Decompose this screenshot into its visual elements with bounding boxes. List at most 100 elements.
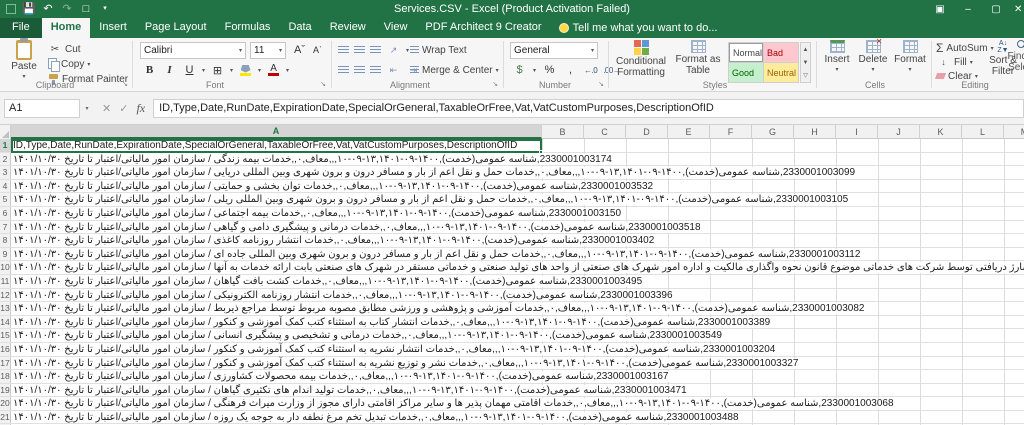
decrease-indent-icon[interactable]: ⇤: [386, 63, 401, 78]
align-top-icon[interactable]: [338, 46, 349, 55]
row-header-3[interactable]: 3: [0, 166, 11, 179]
close-icon[interactable]: ✕: [1010, 0, 1024, 18]
decrease-font-icon[interactable]: Aˋ: [310, 43, 325, 58]
format-cells-button[interactable]: Format ▾: [892, 40, 928, 80]
align-middle-icon[interactable]: [354, 46, 365, 55]
row-header-15[interactable]: 15: [0, 329, 11, 342]
row-header-8[interactable]: 8: [0, 234, 11, 247]
increase-font-icon[interactable]: Aˇ: [292, 43, 307, 58]
name-box-caret-icon[interactable]: ▾: [80, 99, 94, 118]
format-as-table-button[interactable]: Format as Table: [672, 40, 724, 80]
tab-view[interactable]: View: [375, 18, 417, 38]
delete-cells-button[interactable]: Delete ▾: [856, 40, 890, 80]
column-header-H[interactable]: H: [794, 125, 836, 139]
name-box[interactable]: A1: [4, 99, 80, 118]
gallery-up-icon[interactable]: ▲: [801, 43, 810, 56]
font-family-select[interactable]: Calibri ▾: [140, 42, 246, 59]
column-header-F[interactable]: F: [710, 125, 752, 139]
number-dialog-launcher[interactable]: ↘: [596, 80, 605, 89]
fill-color-button[interactable]: [238, 63, 253, 78]
column-header-A[interactable]: A: [11, 125, 542, 139]
cancel-icon[interactable]: ✕: [102, 102, 111, 115]
bold-button[interactable]: B: [142, 63, 157, 78]
cell-A20[interactable]: 2330001003068,شناسه عمومی(خدمت),۱۴۰۰-۰۹-…: [11, 397, 1024, 410]
column-header-M[interactable]: M: [1004, 125, 1024, 139]
column-header-G[interactable]: G: [752, 125, 794, 139]
tell-me-box[interactable]: Tell me what you want to do...: [551, 19, 726, 38]
insert-cells-button[interactable]: Insert ▾: [820, 40, 854, 80]
conditional-formatting-button[interactable]: Conditional Formatting: [612, 40, 670, 80]
style-neutral[interactable]: Neutral: [764, 63, 798, 82]
find-select-button[interactable]: Find & Select: [1002, 40, 1024, 80]
tab-formulas[interactable]: Formulas: [216, 18, 280, 38]
customize-quick-access-icon[interactable]: ▾: [99, 3, 111, 15]
formula-input[interactable]: ID,Type,Date,RunDate,ExpirationDate,Spec…: [153, 99, 1024, 118]
paste-button[interactable]: Paste ▾: [2, 40, 46, 80]
column-header-L[interactable]: L: [962, 125, 1004, 139]
column-header-B[interactable]: B: [542, 125, 584, 139]
tab-pdf-architect-9-creator[interactable]: PDF Architect 9 Creator: [416, 18, 550, 38]
enter-icon[interactable]: ✓: [119, 102, 128, 115]
percent-style-icon[interactable]: %: [542, 63, 557, 78]
font-dialog-launcher[interactable]: ↘: [318, 80, 327, 89]
cut-button[interactable]: ✂ Cut: [48, 41, 81, 57]
font-size-select[interactable]: 11 ▾: [250, 42, 286, 59]
restore-icon[interactable]: ▢: [982, 0, 1010, 18]
column-header-I[interactable]: I: [836, 125, 878, 139]
align-bottom-icon[interactable]: [370, 46, 381, 55]
style-bad[interactable]: Bad: [764, 43, 798, 62]
merge-center-button[interactable]: Merge & Center ▾: [410, 62, 499, 78]
tab-review[interactable]: Review: [321, 18, 375, 38]
row-header-16[interactable]: 16: [0, 343, 11, 356]
gallery-down-icon[interactable]: ▼: [801, 56, 810, 69]
borders-icon[interactable]: ⊞: [210, 63, 225, 78]
tab-insert[interactable]: Insert: [90, 18, 136, 38]
minimize-icon[interactable]: –: [954, 0, 982, 18]
row-header-10[interactable]: 10: [0, 261, 11, 274]
cell-A10[interactable]: 2330001003051,شناسه عمومی(خدمت),۱۴۰۰-۰۹-…: [11, 261, 1024, 274]
insert-function-icon[interactable]: fx: [136, 101, 145, 116]
row-header-5[interactable]: 5: [0, 193, 11, 206]
row-header-2[interactable]: 2: [0, 153, 11, 166]
print-preview-icon[interactable]: □: [80, 3, 92, 15]
font-color-button[interactable]: A: [266, 63, 281, 78]
row-header-11[interactable]: 11: [0, 275, 11, 288]
wrap-text-button[interactable]: Wrap Text: [410, 42, 467, 58]
column-header-E[interactable]: E: [668, 125, 710, 139]
orientation-icon[interactable]: ↗: [386, 43, 401, 58]
tab-page-layout[interactable]: Page Layout: [136, 18, 216, 38]
redo-icon[interactable]: ↷: [61, 3, 73, 15]
style-normal[interactable]: Normal: [729, 43, 763, 62]
column-header-D[interactable]: D: [626, 125, 668, 139]
row-header-14[interactable]: 14: [0, 316, 11, 329]
align-right-icon[interactable]: [370, 66, 381, 75]
row-header-6[interactable]: 6: [0, 207, 11, 220]
accounting-format-icon[interactable]: $: [512, 63, 527, 78]
row-header-1[interactable]: 1: [0, 139, 11, 152]
save-icon[interactable]: 💾: [23, 3, 35, 15]
row-header-19[interactable]: 19: [0, 384, 11, 397]
row-header-9[interactable]: 9: [0, 248, 11, 261]
column-header-J[interactable]: J: [878, 125, 920, 139]
column-header-C[interactable]: C: [584, 125, 626, 139]
select-all-corner[interactable]: [0, 125, 11, 139]
row-header-18[interactable]: 18: [0, 370, 11, 383]
clipboard-dialog-launcher[interactable]: ↘: [120, 80, 129, 89]
increase-decimal-icon[interactable]: ←.0: [584, 66, 597, 75]
number-format-select[interactable]: General ▾: [510, 42, 598, 59]
row-header-4[interactable]: 4: [0, 180, 11, 193]
copy-button[interactable]: Copy ▾: [48, 56, 90, 72]
column-header-K[interactable]: K: [920, 125, 962, 139]
comma-style-icon[interactable]: ,: [563, 63, 578, 78]
align-left-icon[interactable]: [338, 66, 349, 75]
italic-button[interactable]: I: [162, 63, 177, 78]
row-header-20[interactable]: 20: [0, 397, 11, 410]
gallery-more-icon[interactable]: ▽: [801, 69, 810, 82]
row-header-21[interactable]: 21: [0, 411, 11, 424]
tab-file[interactable]: File: [0, 18, 42, 38]
undo-icon[interactable]: ↶: [42, 3, 54, 15]
underline-button[interactable]: U: [182, 63, 197, 78]
tab-home[interactable]: Home: [42, 18, 91, 38]
alignment-dialog-launcher[interactable]: ↘: [490, 80, 499, 89]
align-center-icon[interactable]: [354, 66, 365, 75]
